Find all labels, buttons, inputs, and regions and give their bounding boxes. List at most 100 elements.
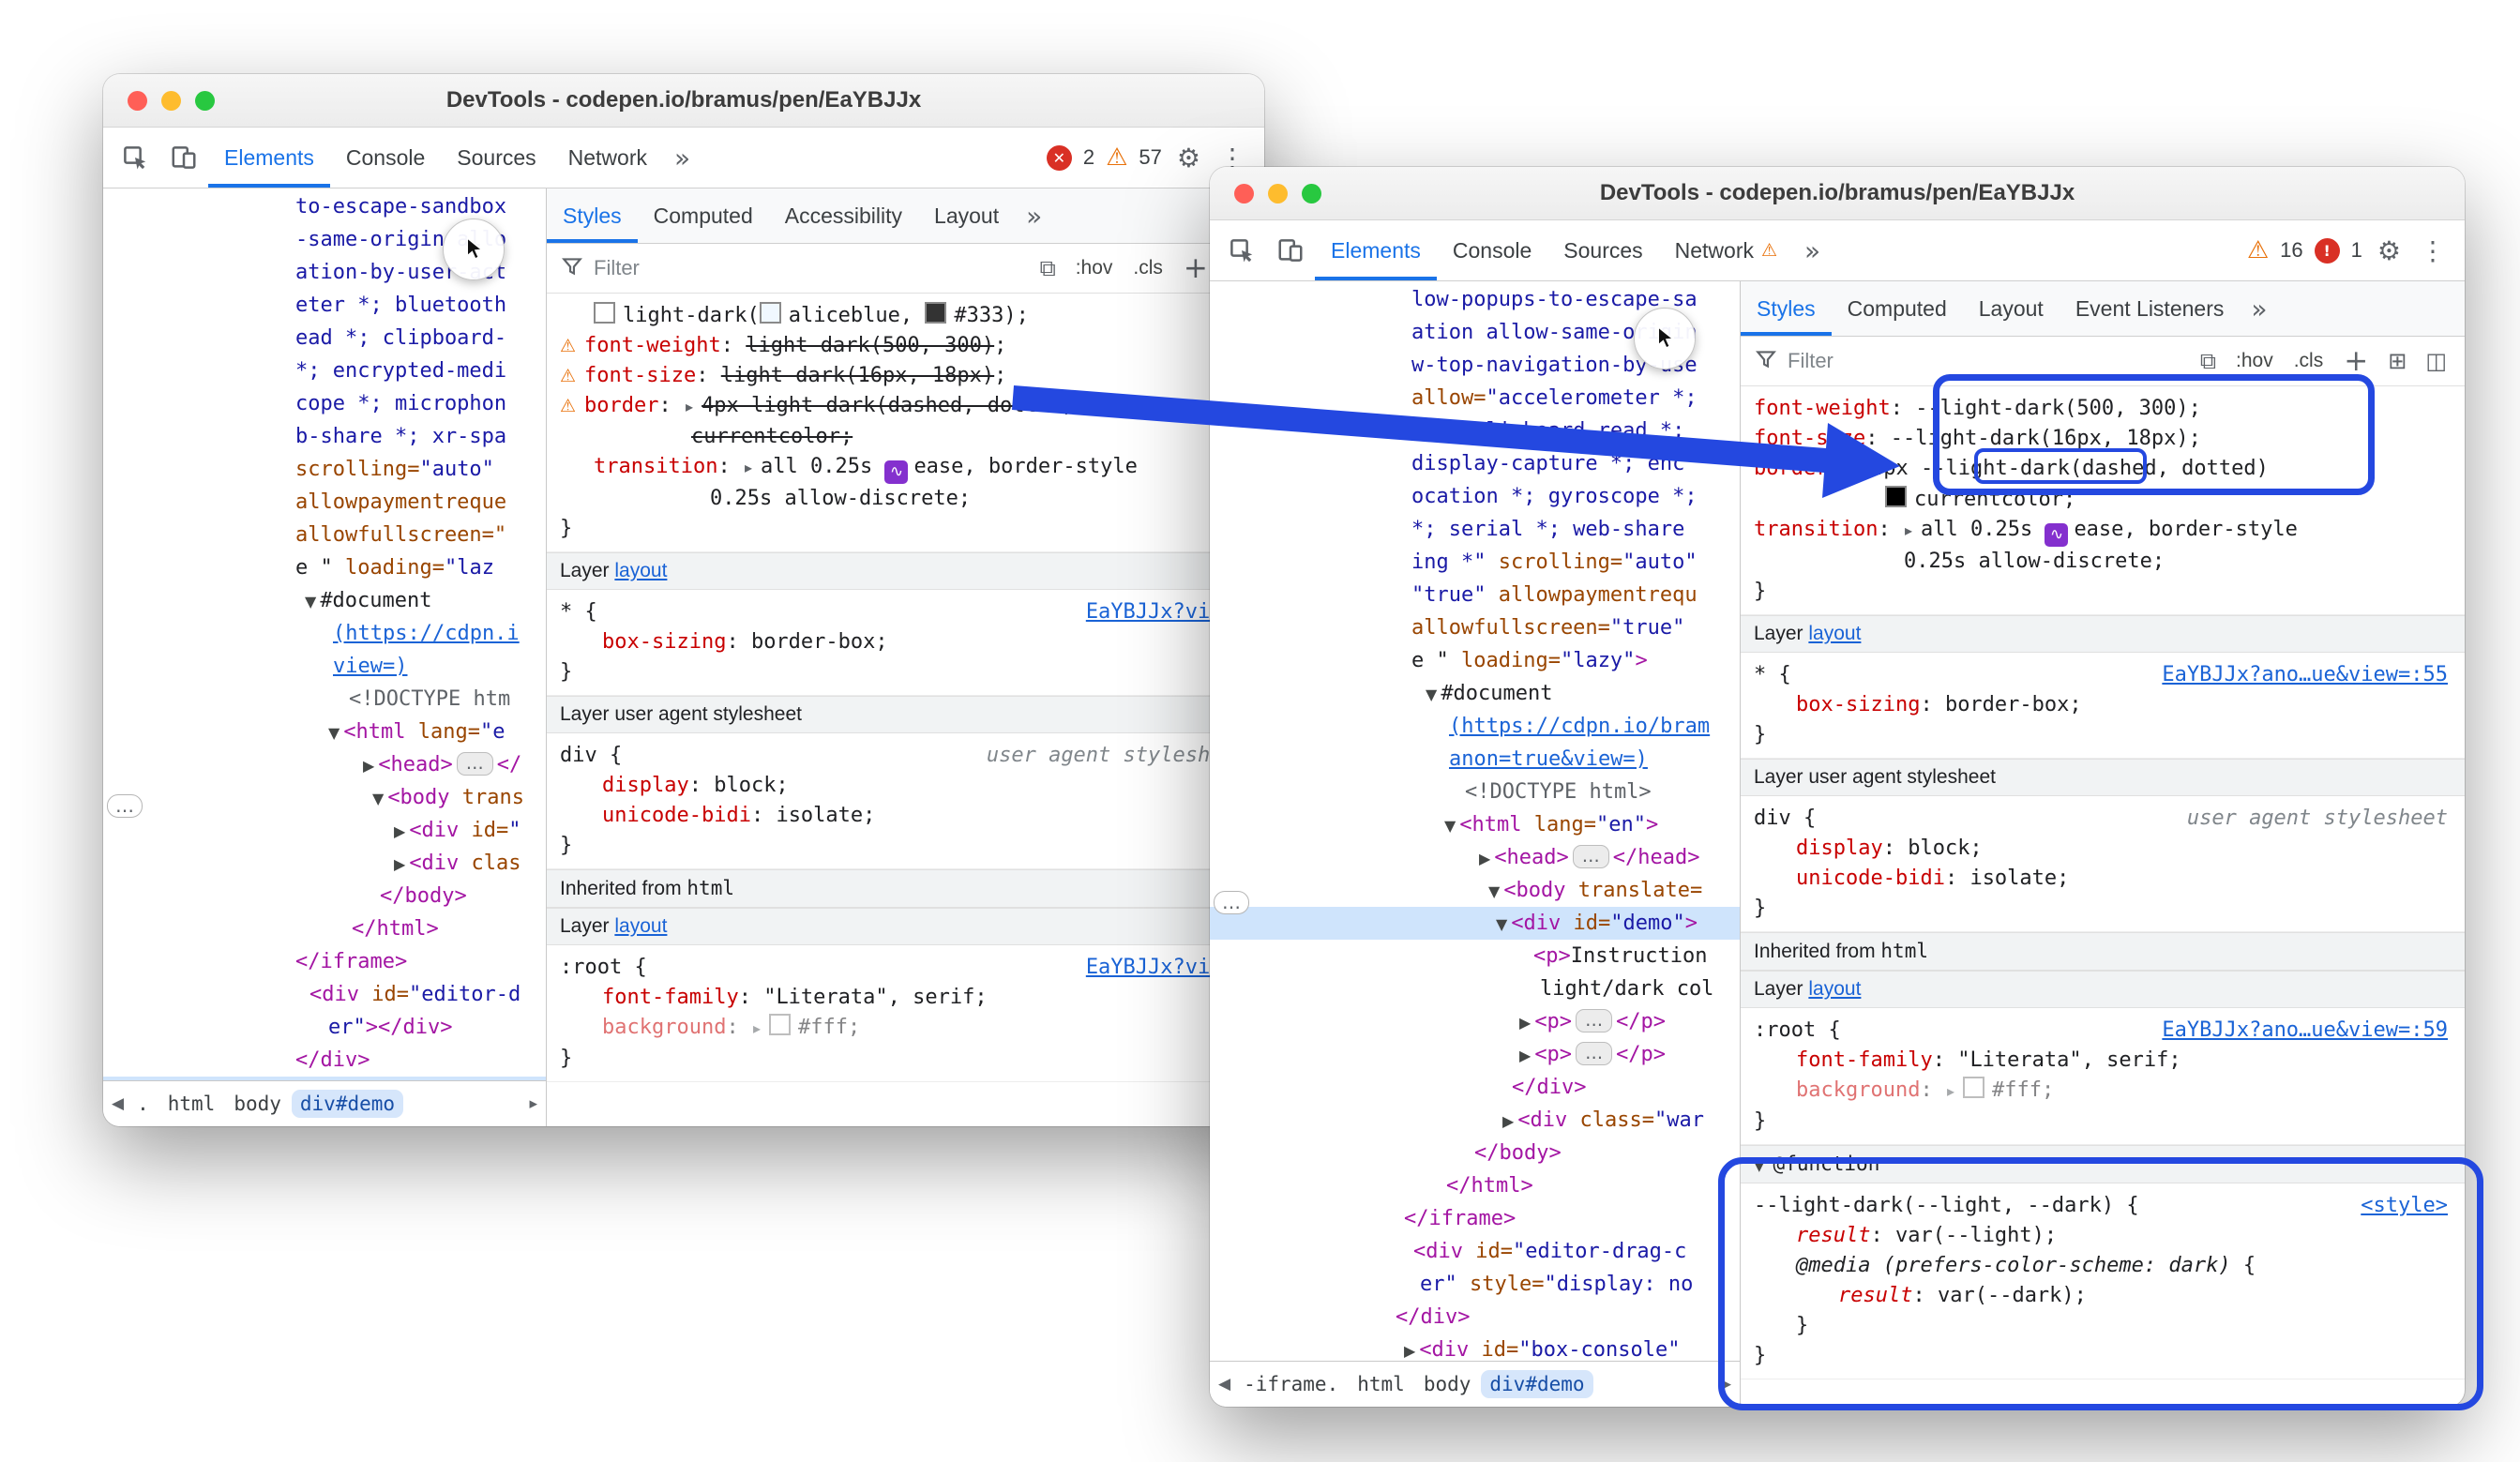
toggle-element-state-button[interactable]: :hov	[2230, 350, 2279, 372]
zoom-window-button[interactable]	[1302, 184, 1321, 203]
style-declaration-line[interactable]: background: ▸#fff;	[1754, 1076, 2452, 1107]
dom-tree-line[interactable]: <div id="editor-d	[103, 978, 546, 1011]
dom-tree-line[interactable]: ▼<html lang="e	[103, 716, 546, 748]
style-declaration-line[interactable]: ⚠border: ▸4px light-dark(dashed, dotted)	[560, 391, 1251, 422]
style-declaration-line[interactable]: }	[560, 657, 1251, 687]
dom-tree-line[interactable]: ▶<div id="	[103, 814, 546, 847]
kebab-menu-icon[interactable]: ⋮	[2416, 235, 2450, 266]
dom-tree-line[interactable]: e " loading="laz	[103, 551, 546, 584]
style-declaration-line[interactable]: unicode-bidi: isolate;	[560, 801, 1251, 831]
dom-tree-line[interactable]: ▶<head>…</head>	[1210, 841, 1740, 874]
style-declaration-line[interactable]: transition: ▸all 0.25s ∿ease, border-sty…	[560, 452, 1251, 484]
link[interactable]: layout	[1808, 623, 1861, 644]
dom-tree-line[interactable]: ▶<div clas	[103, 847, 546, 880]
dom-tree-line[interactable]: e " loading="lazy">	[1210, 644, 1740, 677]
dom-tree-line[interactable]: </div>	[103, 1044, 546, 1077]
dom-tree-line[interactable]: </iframe>	[103, 945, 546, 978]
style-declaration-line[interactable]: }	[1754, 1311, 2452, 1341]
disclosure-triangle-icon[interactable]: ▶	[394, 822, 405, 840]
dom-tree-line[interactable]: allowpaymentreque	[103, 486, 546, 519]
tab-sources[interactable]: Sources	[441, 128, 551, 188]
style-declaration-line[interactable]: }	[1754, 577, 2452, 607]
device-toolbar-icon[interactable]	[1266, 220, 1315, 280]
style-declaration-line[interactable]: currentcolor;	[560, 422, 1251, 452]
link[interactable]: layout	[614, 915, 667, 937]
dom-tree-line[interactable]: ▶<p>…</p>	[1210, 1005, 1740, 1038]
breadcrumb-item[interactable]: html	[1349, 1370, 1413, 1398]
dom-tree-line[interactable]: <!DOCTYPE htm	[103, 683, 546, 716]
style-declaration-line[interactable]: * {EaYBJJx?ano…ue&view=:55	[1754, 660, 2452, 690]
more-actions-button[interactable]: …	[107, 794, 143, 818]
tab-layout[interactable]: Layout	[1963, 281, 2060, 336]
element-classes-button[interactable]: .cls	[2288, 350, 2330, 372]
ellipsis-button[interactable]: …	[457, 752, 493, 776]
settings-gear-icon[interactable]: ⚙	[2374, 235, 2405, 266]
link[interactable]: layout	[614, 560, 667, 581]
style-declaration-line[interactable]: @media (prefers-color-scheme: dark) {	[1754, 1251, 2452, 1281]
style-declaration-line[interactable]: border: ▸4px --light-dark(dashed, dotted…	[1754, 454, 2452, 485]
breadcrumb-item[interactable]: div#demo	[1481, 1370, 1592, 1398]
tab-computed[interactable]: Computed	[638, 188, 769, 243]
color-swatch[interactable]	[1885, 486, 1907, 507]
breadcrumb-scroll-right-icon[interactable]: ▸	[524, 1094, 542, 1113]
breadcrumb-item[interactable]: body	[225, 1090, 290, 1118]
dom-tree-line[interactable]: "true" allowpaymentrequ	[1210, 579, 1740, 611]
style-declaration-line[interactable]: display: block;	[1754, 834, 2452, 864]
dom-tree-line[interactable]: view=)	[103, 650, 546, 683]
dom-tree-line[interactable]: ing *" scrolling="auto"	[1210, 546, 1740, 579]
style-declaration-line[interactable]: transition: ▸all 0.25s ∿ease, border-sty…	[1754, 515, 2452, 547]
disclosure-triangle-icon[interactable]: ▼	[305, 593, 316, 610]
stylesheet-source-link[interactable]: EaYBJJx?ano…ue&view=:59	[2162, 1016, 2448, 1046]
color-swatch[interactable]	[760, 302, 781, 324]
style-declaration-line[interactable]: currentcolor;	[1754, 485, 2452, 515]
dom-tree-line[interactable]: ▼#document	[103, 584, 546, 617]
grid-overlay-icon[interactable]: ⊞	[2383, 348, 2411, 374]
link[interactable]: view=)	[333, 655, 407, 678]
style-declaration-line[interactable]: 0.25s allow-discrete;	[560, 484, 1251, 514]
filter-input[interactable]: Filter	[1788, 349, 2186, 373]
style-declaration-line[interactable]: box-sizing: border-box;	[1754, 690, 2452, 720]
expand-arrow-icon[interactable]: ▸	[686, 398, 693, 415]
style-declaration-line[interactable]: box-sizing: border-box;	[560, 627, 1251, 657]
more-tabs-icon[interactable]: »	[663, 143, 702, 173]
disclosure-triangle-icon[interactable]: ▼	[328, 724, 340, 742]
style-declaration-line[interactable]: display: block;	[560, 771, 1251, 801]
style-declaration-line[interactable]: ⚠font-size: light-dark(16px, 18px);	[560, 361, 1251, 391]
style-declaration-line[interactable]: * {EaYBJJx?view=	[560, 597, 1251, 627]
dom-tree-line[interactable]: light/dark col	[1210, 972, 1740, 1005]
tab-styles[interactable]: Styles	[1741, 281, 1832, 336]
dom-tree-line[interactable]: er" style="display: no	[1210, 1268, 1740, 1301]
style-declaration-line[interactable]: :root {EaYBJJx?view=	[560, 953, 1251, 983]
disclosure-triangle-icon[interactable]: ▶	[1519, 1014, 1531, 1032]
filter-input[interactable]: Filter	[594, 256, 1026, 280]
style-declaration-line[interactable]: result: var(--dark);	[1754, 1281, 2452, 1311]
dom-tree-line[interactable]: ▶<head>…</	[103, 748, 546, 781]
dom-tree-line[interactable]: a *; clipboard-read *;	[1210, 414, 1740, 447]
style-declaration-line[interactable]: font-family: "Literata", serif;	[560, 983, 1251, 1013]
more-tabs-icon[interactable]: »	[1015, 201, 1053, 232]
stylesheet-source-link[interactable]: <style>	[2361, 1191, 2448, 1221]
disclosure-triangle-icon[interactable]: ▼	[1496, 915, 1507, 933]
dom-tree-line[interactable]: scrolling="auto"	[103, 453, 546, 486]
link[interactable]: (https://cdpn.io/bram	[1449, 715, 1710, 738]
style-declaration-line[interactable]: 0.25s allow-discrete;	[1754, 547, 2452, 577]
inspect-element-icon[interactable]	[111, 128, 159, 188]
new-style-rule-button[interactable]: +	[1178, 251, 1214, 285]
style-declaration-line[interactable]: background: ▸#fff;	[560, 1013, 1251, 1044]
style-declaration-line[interactable]: ⚠font-weight: light-dark(500, 300);	[560, 331, 1251, 361]
ellipsis-button[interactable]: …	[1576, 1009, 1612, 1032]
disclosure-triangle-icon[interactable]: ▼	[372, 790, 384, 807]
disclosure-triangle-icon[interactable]: ▼	[1444, 817, 1456, 835]
dom-tree-line[interactable]: *; serial *; web-share	[1210, 513, 1740, 546]
window-titlebar[interactable]: DevTools - codepen.io/bramus/pen/EaYBJJx	[1210, 167, 2465, 220]
style-declaration-line[interactable]: :root {EaYBJJx?ano…ue&view=:59	[1754, 1016, 2452, 1046]
dom-tree-line[interactable]: ▼<div id="demo">	[1210, 907, 1740, 940]
breadcrumb-item[interactable]: html	[159, 1090, 224, 1118]
color-swatch[interactable]	[594, 302, 615, 324]
dom-tree-line[interactable]: ▶<p>…</p>	[1210, 1038, 1740, 1071]
device-toolbar-icon[interactable]	[159, 128, 208, 188]
style-declaration-line[interactable]: }	[1754, 720, 2452, 750]
error-count[interactable]: 2	[1083, 145, 1094, 170]
dom-tree-line[interactable]: </div>	[1210, 1301, 1740, 1334]
style-declaration-line[interactable]: light-dark(aliceblue, #333);	[560, 301, 1251, 331]
